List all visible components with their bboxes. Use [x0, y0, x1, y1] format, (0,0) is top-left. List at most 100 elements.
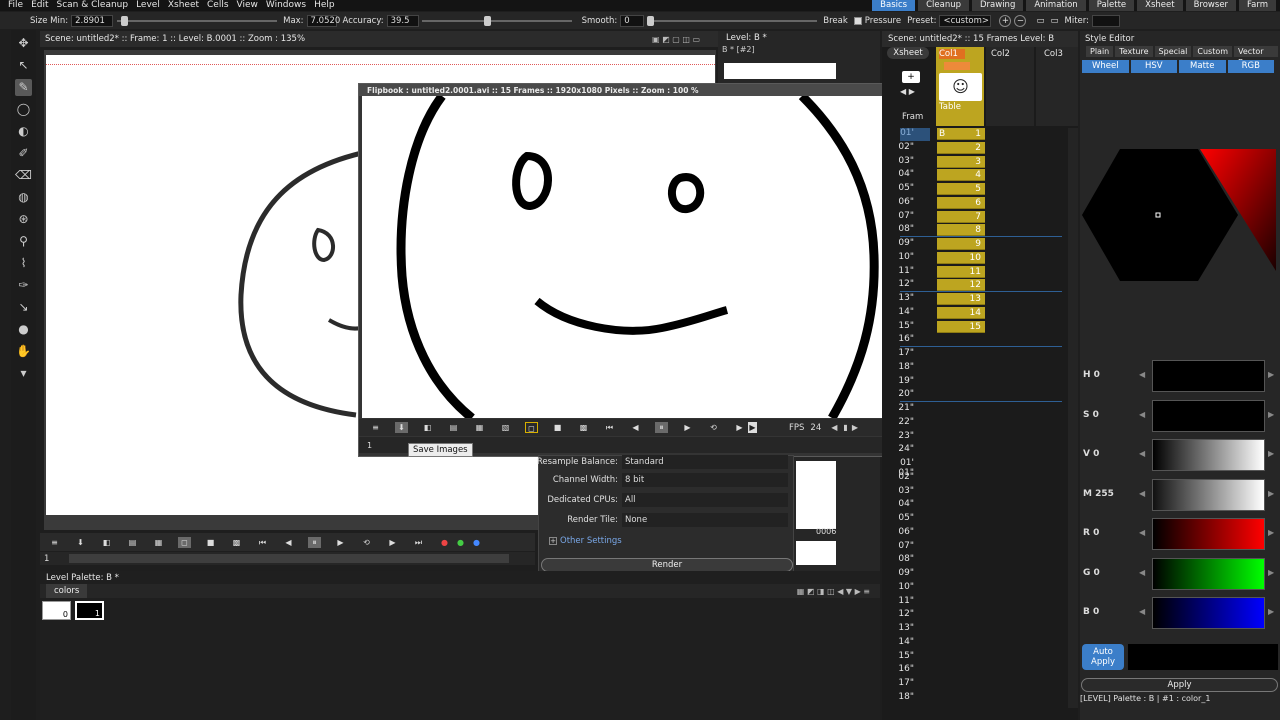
remove-preset-icon[interactable]: − [1014, 14, 1027, 27]
size-range-slider[interactable] [117, 15, 278, 27]
room-browser[interactable]: Browser [1185, 0, 1237, 11]
room-palette[interactable]: Palette [1088, 0, 1135, 11]
palette-view-icons[interactable]: ▦ ◩ ◨ ◫ ◀ ▼ ▶ ≡ [797, 587, 870, 596]
flipbook-bg-check-icon[interactable]: ▩ [577, 422, 590, 433]
room-basics[interactable]: Basics [872, 0, 916, 11]
channel-slider[interactable] [1152, 360, 1265, 392]
flipbook-pause-icon[interactable]: ⏸ [655, 422, 668, 433]
flipbook-menu-icon[interactable]: ≡ [369, 422, 382, 433]
xsheet-cell[interactable]: 4 [937, 169, 985, 182]
channel-increase-icon[interactable]: ▶ [1268, 370, 1274, 379]
accuracy-field[interactable]: 39.5 [386, 14, 419, 27]
flipbook-next-frame-icon[interactable]: ▶ [733, 422, 746, 433]
xsheet-toggle-button[interactable]: Xsheet [887, 47, 929, 59]
viewer-bg-white-icon[interactable]: ◻ [178, 536, 191, 548]
menu-scan-cleanup[interactable]: Scan & Cleanup [57, 0, 129, 11]
xsheet-cell[interactable]: 14 [937, 306, 985, 319]
blue-channel-icon[interactable]: ● [470, 537, 483, 548]
viewer-compare-icon[interactable]: ◧ [100, 537, 113, 548]
zoom-tool-icon[interactable]: ● [15, 321, 32, 338]
loop-icon[interactable]: ⟲ [360, 537, 373, 548]
auto-apply-toggle[interactable]: Auto Apply [1082, 644, 1124, 670]
miter-field[interactable] [1091, 14, 1120, 27]
tab-custom[interactable]: Custom [1193, 46, 1233, 57]
accuracy-slider[interactable] [421, 15, 572, 27]
fps-slider-icon[interactable]: ▮ [843, 423, 847, 432]
xsheet-cell[interactable]: 7 [937, 210, 985, 223]
color-wheel[interactable] [1080, 141, 1280, 291]
flipbook-snapshot-icon[interactable]: ▤ [447, 422, 460, 433]
level-thumbnail[interactable] [724, 63, 836, 79]
channel-increase-icon[interactable]: ▶ [1268, 489, 1274, 498]
viewer-toggle-icons[interactable]: ▣ ◩ ▢ ◫ ▭ [652, 35, 700, 44]
channel-decrease-icon[interactable]: ◀ [1139, 370, 1145, 379]
green-channel-icon[interactable]: ● [454, 537, 467, 548]
cap-icon[interactable]: ▭ [1036, 16, 1044, 26]
channel-decrease-icon[interactable]: ◀ [1139, 449, 1145, 458]
column-header-col3[interactable]: Col3 [1036, 47, 1078, 126]
xsheet-grid[interactable]: 01'02"03"04"05"06"07"08"09"10"11"12"13"1… [882, 128, 1078, 720]
flipbook-frame-field[interactable]: 1 [367, 441, 372, 450]
geometric-tool-icon[interactable]: ◯ [15, 101, 32, 118]
save-images-icon[interactable]: ⬇ [395, 422, 408, 433]
rgb-picker-icon[interactable]: ⚲ [15, 233, 32, 250]
xsheet-cell[interactable]: 2 [937, 141, 985, 154]
channel-slider[interactable] [1152, 518, 1265, 550]
tab-plain[interactable]: Plain [1086, 46, 1114, 57]
flipbook-first-frame-icon[interactable]: ⏮ [603, 422, 616, 433]
pressure-checkbox[interactable] [853, 16, 862, 25]
xsheet-cell[interactable]: 9 [937, 238, 985, 250]
channel-decrease-icon[interactable]: ◀ [1139, 489, 1145, 498]
channel-slider[interactable] [1152, 597, 1265, 629]
palette-tab-colors[interactable]: colors [46, 584, 88, 598]
flipbook-titlebar[interactable]: Flipbook : untitled2.0001.avi :: 15 Fram… [359, 84, 895, 96]
menu-xsheet[interactable]: Xsheet [168, 0, 199, 11]
selection-tool-icon[interactable]: ↖ [15, 57, 32, 74]
pause-icon[interactable]: ⏸ [308, 536, 321, 548]
viewer-snapshot-icon[interactable]: ▤ [126, 537, 139, 548]
red-channel-icon[interactable]: ● [438, 537, 451, 548]
viewer-bg-check-icon[interactable]: ▩ [230, 537, 243, 548]
more-tools-icon[interactable]: ▾ [15, 365, 32, 382]
tab-matte[interactable]: Matte [1179, 60, 1226, 73]
channel-decrease-icon[interactable]: ◀ [1139, 410, 1145, 419]
room-drawing[interactable]: Drawing [972, 0, 1024, 11]
palette-chip-1[interactable]: 1 [75, 601, 104, 620]
max-field[interactable]: 7.0520 [306, 14, 340, 27]
channel-decrease-icon[interactable]: ◀ [1139, 528, 1145, 537]
level-thumbnail-6[interactable] [796, 461, 836, 529]
new-column-icon[interactable]: + [902, 71, 920, 83]
smooth-slider[interactable] [647, 15, 818, 27]
fps-field[interactable]: 24 [810, 423, 821, 433]
xsheet-cell[interactable]: 13 [937, 293, 985, 305]
menu-level[interactable]: Level [136, 0, 160, 11]
next-frame-icon[interactable]: ▶ [386, 537, 399, 548]
room-xsheet[interactable]: Xsheet [1137, 0, 1183, 11]
menu-view[interactable]: View [237, 0, 258, 11]
viewer-frame-field[interactable]: 1 [44, 554, 49, 564]
last-frame-icon[interactable]: ⏭ [412, 537, 425, 548]
first-frame-icon[interactable]: ⏮ [256, 537, 269, 548]
tab-special[interactable]: Special [1154, 46, 1192, 57]
col1-preview-toggle[interactable] [944, 62, 970, 70]
xsheet-cell[interactable]: 8 [937, 224, 985, 237]
control-point-icon[interactable]: ⌇ [15, 255, 32, 272]
menu-edit[interactable]: Edit [31, 0, 48, 11]
flipbook-prev-frame-icon[interactable]: ◀ [629, 422, 642, 433]
xsheet-cell[interactable]: 10 [937, 251, 985, 264]
room-cleanup[interactable]: Cleanup [918, 0, 969, 11]
render-tile-dropdown[interactable]: None [622, 513, 788, 527]
room-farm[interactable]: Farm [1239, 0, 1276, 11]
channel-decrease-icon[interactable]: ◀ [1139, 568, 1145, 577]
channel-decrease-icon[interactable]: ◀ [1139, 607, 1145, 616]
viewer-frame-slider[interactable] [69, 554, 510, 563]
viewer-save-icon[interactable]: ⬇ [74, 537, 87, 548]
size-min-field[interactable]: 2.8901 [71, 14, 114, 27]
fps-slider-right-icon[interactable]: ▶ [852, 423, 858, 432]
add-preset-icon[interactable]: + [999, 14, 1012, 27]
animate-tool-icon[interactable]: ✥ [15, 35, 32, 52]
menu-file[interactable]: File [8, 0, 23, 11]
smooth-field[interactable]: 0 [620, 14, 645, 27]
xsheet-cell[interactable]: 12 [937, 279, 985, 292]
channel-slider[interactable] [1152, 478, 1265, 511]
